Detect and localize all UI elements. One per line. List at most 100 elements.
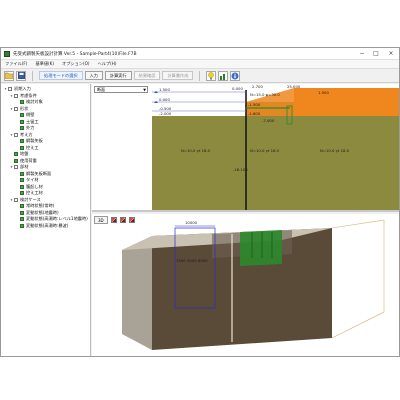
soil-left: [152, 116, 246, 210]
app-window: 先受式鋼製矢板設計計算 Ver.5 - Sample-Part4(10)File…: [0, 47, 400, 357]
tree-item-label: 部材: [20, 164, 29, 170]
node-status-icon: [8, 87, 12, 92]
section-view: 1.500 0.000 -0.500 -2.000 N=10.0 γt 18.0…: [92, 84, 399, 212]
top-dim-1: 2.700: [252, 84, 263, 89]
node-status-icon: [14, 158, 18, 163]
menu-standards[interactable]: 基準値(K): [31, 61, 58, 67]
guide-line-2: [331, 311, 385, 339]
level-0000: 0.000: [159, 97, 170, 102]
close-button[interactable]: ×: [383, 48, 399, 60]
input-tree: ▾ 初期入力 ▾ 考慮条件 検討対象 ▾ 形状 側壁 土留工 外力 ▾ 考え方 鋼製矢板 控え工 地盤 使用荷…: [1, 84, 91, 356]
input-button[interactable]: 入力: [84, 71, 103, 80]
soil-right: [246, 116, 399, 210]
tree-item-label: 検討ケース: [20, 196, 41, 202]
tree-item-label: 腹起し材: [26, 183, 43, 189]
app-icon: [4, 50, 10, 57]
calc-button[interactable]: 計算実行: [104, 71, 132, 80]
tree-item-label: 鋼製矢板: [26, 138, 43, 144]
title-bar: 先受式鋼製矢板設計計算 Ver.5 - Sample-Part4(10)File…: [1, 48, 399, 60]
node-status-icon: [20, 113, 24, 118]
tie-zone: [240, 230, 282, 266]
right-dim: 8000: [198, 258, 208, 263]
bottom-level: -16.100: [233, 167, 248, 172]
section-drawing: 1.500 0.000 -0.500 -2.000 N=10.0 γt 18.0…: [152, 84, 399, 210]
tree-item-label: 変動状態(高潮時:レベル1地震時): [26, 216, 88, 222]
tree-item-label: 変動状態(高潮時:暴波): [26, 222, 69, 228]
chevron-down-icon: ▼: [143, 87, 146, 92]
node-status-icon: [20, 223, 24, 228]
fill-label: N=15.0 φ=30.0: [250, 92, 280, 97]
toolbar-separator-2: [199, 70, 201, 81]
cube-top-icon[interactable]: [128, 217, 135, 223]
node-status-icon: [20, 184, 24, 189]
menu-help[interactable]: ヘルプ(H): [94, 61, 121, 67]
small-label-2: -1.800: [248, 111, 261, 116]
cube-side-icon[interactable]: [119, 217, 126, 223]
tree-item[interactable]: 変動状態(高潮時:暴波): [1, 223, 90, 230]
workspace: ▾ 初期入力 ▾ 考慮条件 検討対象 ▾ 形状 側壁 土留工 外力 ▾ 考え方 鋼製矢板 控え工 地盤 使用荷…: [1, 84, 399, 356]
tree-item-label: 外力: [26, 125, 35, 131]
tree-item-label: タイ材: [26, 177, 39, 183]
right-low-level: -7.000: [262, 118, 275, 123]
node-status-icon: [20, 210, 24, 215]
about-icon[interactable]: [218, 70, 229, 81]
level-1500: 1.500: [159, 87, 170, 92]
node-status-icon: [20, 126, 24, 131]
node-status-icon: [20, 100, 24, 105]
tree-item-label: 使用荷重: [20, 157, 37, 163]
soil-left-label: N=10.0 γt 18.0: [181, 148, 211, 153]
level-2000: -2.000: [159, 111, 172, 116]
node-status-icon: [14, 132, 18, 137]
mid-dim: 3000: [187, 258, 197, 263]
3d-toggle-button[interactable]: 3D: [94, 216, 108, 224]
soil-right-label: N=10.0 γt 18.0: [320, 148, 350, 153]
calc-doc-button[interactable]: 計算書作成: [162, 71, 194, 80]
save-icon[interactable]: [16, 70, 26, 81]
tree-item-label: 側壁: [26, 112, 35, 118]
tree-item-label: 地盤: [20, 151, 29, 157]
tree-item-label: 考慮条件: [20, 92, 37, 98]
tree-item-label: 形状: [20, 105, 29, 111]
cube-front-icon[interactable]: [110, 217, 117, 223]
minimize-button[interactable]: −: [355, 48, 369, 60]
guide-line-1: [331, 219, 385, 229]
info-icon[interactable]: [230, 70, 241, 81]
tree-item-label: 初期入力: [14, 86, 31, 92]
small-label-1: 0.000: [232, 86, 243, 91]
menu-options[interactable]: オプション(O): [58, 61, 94, 67]
open-folder-icon[interactable]: [4, 70, 14, 81]
tie-level: -1.500: [248, 102, 261, 107]
left-dim: 1500: [176, 258, 186, 263]
top-dim-2: 25.000: [287, 84, 301, 89]
node-status-icon: [14, 93, 18, 98]
result-check-button[interactable]: 結果確認: [133, 71, 161, 80]
fill-backfill: [294, 88, 399, 116]
node-status-icon: [20, 178, 24, 183]
node-status-icon: [20, 171, 24, 176]
3d-model: 10000 1500 3000 8000: [122, 219, 385, 350]
tree-item-label: 常時状態(常時): [26, 203, 55, 209]
mode-select-button[interactable]: 処理モードの選択: [39, 71, 83, 80]
tree-item-label: 検討対象: [26, 99, 43, 105]
node-status-icon: [20, 217, 24, 222]
menu-bar: ファイル(F) 基準値(K) オプション(O) ヘルプ(H): [1, 60, 399, 69]
view-3d-toolbar: 3D: [94, 216, 135, 224]
tree-item-label: 控え工材: [26, 190, 43, 196]
maximize-button[interactable]: □: [369, 48, 383, 60]
node-status-icon: [20, 204, 24, 209]
node-status-icon: [20, 191, 24, 196]
toolbar-separator: [32, 70, 33, 81]
block-left-face: [122, 236, 152, 350]
help-bulb-icon[interactable]: [206, 70, 217, 81]
node-status-icon: [14, 165, 18, 170]
view-type-select[interactable]: 断面 ▼: [94, 86, 148, 93]
tree-item-label: 変動状態(地震時): [26, 209, 59, 215]
width-label: 10000: [185, 220, 198, 225]
right-level: 1.500: [318, 90, 329, 95]
menu-file[interactable]: ファイル(F): [1, 61, 31, 67]
node-status-icon: [14, 152, 18, 157]
node-status-icon: [14, 106, 18, 111]
view-type-value: 断面: [97, 86, 105, 92]
tree-item-label: 考え方: [20, 131, 33, 137]
tree-item-label: 鋼製矢板断面: [26, 170, 52, 176]
